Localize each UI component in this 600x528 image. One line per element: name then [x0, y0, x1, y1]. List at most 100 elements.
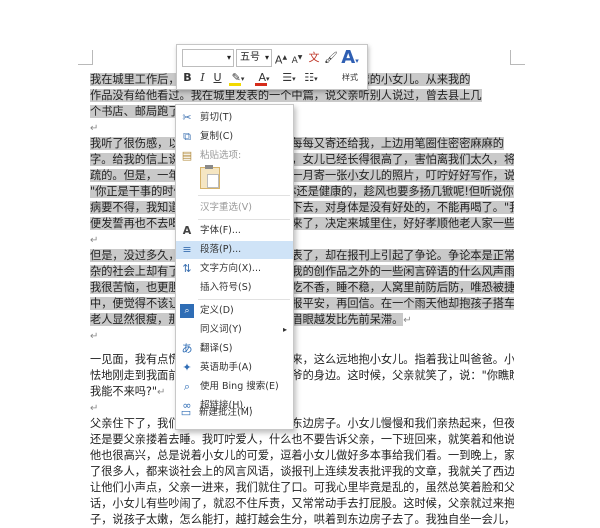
- chevron-down-icon: ▾: [314, 75, 318, 83]
- menu-item-label: 复制(C): [200, 131, 234, 142]
- menu-item-paragraph[interactable]: ≡ 段落(P)...: [176, 241, 293, 259]
- menu-item-label: 文字方向(X)...: [200, 263, 261, 274]
- menu-item-label: 粘贴选项:: [200, 150, 242, 161]
- text-line: 怯地刚走到我面前，就又哭着跑回了她爷爷的身边。这时候，父亲就笑了，说："你瞧瞧，…: [90, 369, 514, 382]
- mini-toolbar: ▾ 五号 ▾ A▲ A▼ 文 🖌 A▾ 样式 B I U ✎▾ A▾ ☰▾ ☷▾: [176, 44, 368, 90]
- text-line: 我很苦恼，也更胆小，我得了病，多少天吃不香，睡不稳，人窝里前防后防，唯恐被捷翻了…: [90, 281, 514, 294]
- grow-font-button[interactable]: A▲: [274, 50, 288, 67]
- paragraph-6[interactable]: 父亲住下了，我们睡在西边房子，他睡在东边房子。小女儿慢慢和我们亲热起来，但夜里却…: [90, 416, 514, 528]
- text-line: 还是要父亲搂着去睡。我叮咛爱人，什么也不要告诉父亲，一下班回来，就笑着和他说话。: [90, 433, 514, 446]
- text-line: 我能不来吗?": [90, 385, 158, 398]
- numbering-button[interactable]: ☷▾: [301, 70, 321, 86]
- menu-item-paste-options: ▤ 粘贴选项:: [176, 147, 293, 165]
- text-line: 父亲住下了，我们睡在西边房子，他睡在东边房子。小女儿慢慢和我们亲热起来，但夜里却: [90, 417, 514, 430]
- menu-item-label: 汉字重选(V): [200, 202, 252, 213]
- menu-item-copy[interactable]: ⧉ 复制(C): [176, 128, 293, 146]
- format-painter-icon: 🖌: [324, 51, 338, 64]
- paragraph-icon: ≡: [182, 243, 192, 256]
- bing-search-icon: ⌕: [183, 380, 191, 393]
- highlight-color-button[interactable]: ✎▾: [227, 70, 249, 86]
- menu-item-font[interactable]: A 字体(F)...: [176, 222, 293, 240]
- empty-paragraph: ↵: [90, 232, 514, 249]
- font-name-value: [183, 52, 186, 63]
- bullet-list-icon: ☰: [282, 71, 293, 84]
- context-menu: ✂ 剪切(T) ⧉ 复制(C) ▤ 粘贴选项: 汉字重选(V) A 字体(F).…: [175, 104, 294, 430]
- new-comment-icon: ▭: [180, 406, 192, 419]
- menu-item-label: 使用 Bing 搜索(E): [200, 381, 279, 392]
- paragraph-mark: ↵: [90, 331, 99, 342]
- menu-item-bing-search[interactable]: ⌕ 使用 Bing 搜索(E): [176, 378, 293, 396]
- text-line: 话，小女儿有些吵闹了，就忍不住斥责，又常常动手去打屁股。这时候，父亲就过来抱了孩: [90, 497, 514, 510]
- text-line: 他也很高兴，总是说着小女儿的可爱，逗着小女儿做好多本事给我们看。一到晚上，家里来: [90, 449, 514, 462]
- text-line: 杂的社会上却有了流言飞语，甚至说到了我的创作品之外的一些闲言碎语的什么风声雨声都…: [90, 265, 514, 278]
- shrink-font-button[interactable]: A▼: [290, 50, 304, 66]
- menu-item-label: 段落(P)...: [200, 244, 242, 255]
- menu-item-translate[interactable]: あ 翻译(S): [176, 340, 293, 358]
- font-color-swatch: [255, 83, 267, 86]
- font-color-button[interactable]: A▾: [253, 70, 275, 86]
- paragraph-2[interactable]: 我听了很伤感，以为父亲是要表扬我。他每每又寄还给我，上边用笔圈住密密麻麻的 字。…: [90, 136, 514, 232]
- paragraph-mark: ↵: [90, 123, 99, 134]
- menu-item-insert-symbol[interactable]: 插入符号(S): [176, 279, 293, 297]
- font-size-dropdown[interactable]: 五号 ▾: [236, 49, 272, 67]
- clipboard-icon[interactable]: [200, 165, 220, 189]
- chevron-down-icon: ▾: [240, 75, 245, 83]
- menu-item-english-assistant[interactable]: ✦ 英语助手(A): [176, 359, 293, 377]
- paragraph-mark: ↵: [90, 235, 99, 246]
- paragraph-4[interactable]: 老人显然很瘦，那一头白发，面皮松弛，眉眼越发比先前呆滞。↵: [90, 312, 514, 328]
- menu-item-label: 插入符号(S): [200, 282, 252, 293]
- menu-item-label: 英语助手(A): [200, 362, 252, 373]
- paragraph-5[interactable]: 一见面，我有点慌，埋怨父亲不该这么远来，这么远地抱小女儿。指着我让叫爸爸。小女儿…: [90, 352, 514, 400]
- styles-icon: A: [341, 47, 356, 68]
- paragraph-mark: ↵: [157, 387, 166, 398]
- font-name-dropdown[interactable]: ▾: [182, 49, 234, 67]
- define-icon: ⌕: [180, 304, 194, 318]
- menu-item-cut[interactable]: ✂ 剪切(T): [176, 109, 293, 127]
- italic-icon: I: [200, 71, 205, 84]
- format-painter-button[interactable]: 🖌: [324, 50, 338, 66]
- chevron-down-icon: ▾: [355, 57, 359, 65]
- copy-icon: ⧉: [183, 130, 191, 143]
- clipboard-clip: [205, 165, 213, 169]
- text-line: 了很多人，都来谈社会上的风言风语，谈报刊上连续发表批评我的文章，我就关了西边门，: [90, 465, 514, 478]
- menu-item-define[interactable]: ⌕ 定义(D): [176, 302, 293, 320]
- chevron-down-icon: ▾: [226, 53, 231, 62]
- translate-icon: あ: [181, 342, 193, 355]
- margin-corner-left: [78, 50, 93, 65]
- chevron-down-icon: ▾: [266, 75, 270, 83]
- italic-button[interactable]: I: [196, 70, 209, 86]
- chevron-down-icon: ▾: [264, 53, 269, 62]
- bold-button[interactable]: B: [181, 70, 194, 86]
- font-size-value: 五号: [240, 52, 260, 63]
- numbered-list-icon: ☷: [304, 71, 315, 84]
- menu-item-reconvert: 汉字重选(V): [176, 199, 293, 217]
- phonetic-guide-button[interactable]: 文: [307, 50, 321, 66]
- empty-paragraph: ↵: [90, 400, 514, 417]
- menu-item-label: 字体(F)...: [200, 225, 241, 236]
- text-direction-icon: ⇅: [182, 262, 192, 275]
- text-line: 病要不得，我知道你烦的事多，可这么喝下去，对身体是没有好处的，不能再喝了。"我读…: [90, 201, 514, 214]
- chevron-right-icon: ▸: [282, 325, 287, 334]
- chevron-down-icon: ▾: [292, 75, 296, 83]
- empty-paragraph: ↵: [90, 328, 514, 345]
- text-line: 我听了很伤感，以为父亲是要表扬我。他每每又寄还给我，上边用笔圈住密密麻麻的: [90, 137, 504, 150]
- menu-separator: [198, 299, 290, 300]
- menu-item-text-direction[interactable]: ⇅ 文字方向(X)...: [176, 260, 293, 278]
- bold-icon: B: [183, 71, 192, 84]
- menu-item-synonyms[interactable]: 同义词(Y) ▸: [176, 321, 293, 339]
- font-icon: A: [182, 224, 192, 237]
- menu-item-label: 定义(D): [200, 305, 234, 316]
- scissors-icon: ✂: [182, 111, 192, 124]
- menu-separator: [198, 219, 290, 220]
- underline-button[interactable]: U: [211, 70, 224, 86]
- document-page[interactable]: 我在城里工作后，父亲就一个人住在村子里，他照管着我的小女儿。从来我的 作品没有给…: [0, 0, 600, 528]
- menu-item-new-comment[interactable]: ▭ 新建批注(M): [175, 404, 292, 422]
- text-line: 字。给我的信上说，我的文章他已经读了，女儿已经长得很高了，害怕离我们太久，将来会…: [90, 153, 514, 166]
- text-line: 但是，没过多久，我的作品在一些报刊发表了，却在报刊上引起了争论。争论本是正常的事…: [90, 249, 514, 262]
- text-line: 中，便觉得不该让父亲知道这些，来信只报平安，再回信。在一个雨天他却抱孩子搭车来了…: [90, 297, 514, 310]
- text-line: 让他们小声点，父亲一进来，我们就住了口。可我心里毕竟是乱的，虽然总笑着脸和父亲说: [90, 481, 514, 494]
- menu-separator: [198, 195, 290, 196]
- paragraph-mark: ↵: [403, 315, 412, 326]
- paragraph-3[interactable]: 但是，没过多久，我的作品在一些报刊发表了，却在报刊上引起了争论。争论本是正常的事…: [90, 248, 514, 312]
- bullets-button[interactable]: ☰▾: [279, 70, 299, 86]
